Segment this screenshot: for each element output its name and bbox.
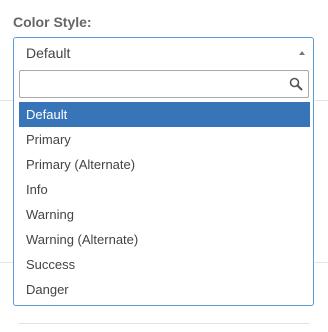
background-divider: [0, 262, 13, 263]
background-divider: [0, 100, 13, 101]
field-label: Color Style:: [13, 14, 92, 30]
option-success[interactable]: Success: [19, 252, 310, 277]
option-warning-alternate[interactable]: Warning (Alternate): [19, 227, 310, 252]
color-style-select[interactable]: Default: [13, 37, 314, 67]
caret-up-icon: [299, 51, 305, 55]
option-primary-alternate[interactable]: Primary (Alternate): [19, 152, 310, 177]
background-divider: [314, 262, 328, 263]
background-divider: [314, 100, 328, 101]
background-divider: [18, 323, 310, 324]
option-danger[interactable]: Danger: [19, 277, 310, 302]
search-input[interactable]: [20, 71, 308, 97]
select-dropdown: Default Primary Primary (Alternate) Info…: [13, 66, 314, 306]
search-box: [19, 70, 309, 98]
option-list: Default Primary Primary (Alternate) Info…: [19, 102, 310, 302]
option-info[interactable]: Info: [19, 177, 310, 202]
option-default[interactable]: Default: [19, 102, 310, 127]
option-primary[interactable]: Primary: [19, 127, 310, 152]
search-icon: [289, 77, 303, 91]
option-warning[interactable]: Warning: [19, 202, 310, 227]
select-value: Default: [26, 45, 71, 61]
